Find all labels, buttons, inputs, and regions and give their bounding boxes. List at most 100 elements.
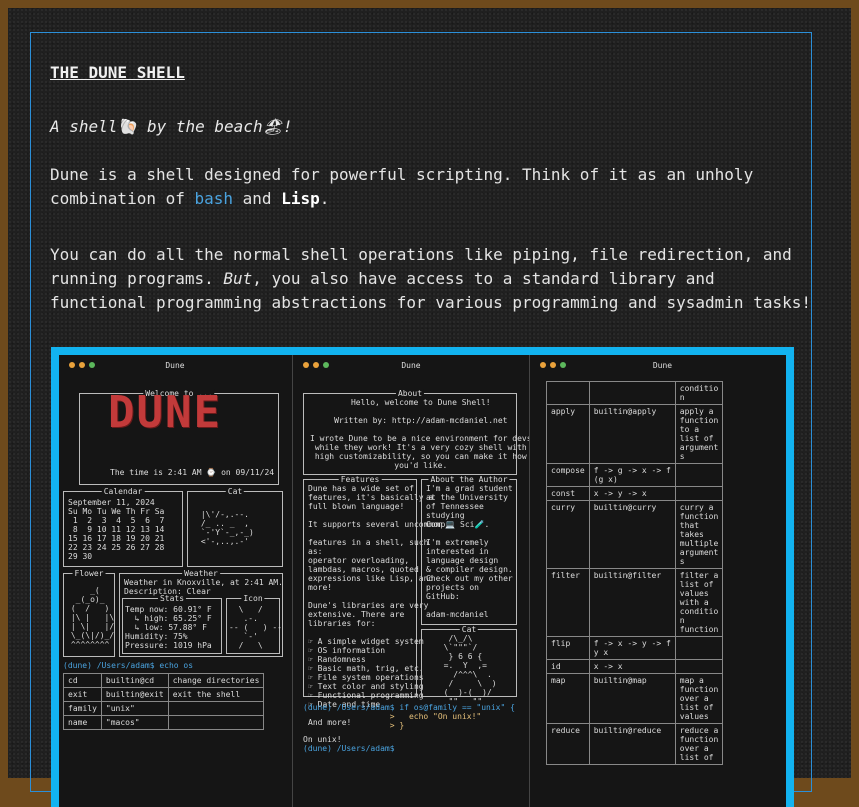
table-cell: map — [546, 673, 590, 724]
cat-art: |\'/-,.--. /_ .. _ , `-'Y`-_,-_) <'-,..,… — [200, 510, 254, 546]
table-cell: builtin@reduce — [588, 723, 676, 765]
cat-box: Cat |\'/-,.--. /_ .. _ , `-'Y`-_,-_) <'-… — [187, 487, 283, 567]
table-cell: apply a function to a list of argument s — [674, 404, 724, 464]
table-cell: exit — [63, 687, 102, 702]
stats-box: Stats Temp now: 60.91° F ↳ high: 65.25° … — [122, 594, 222, 654]
time-line: The time is 2:41 AM ⌚ on 09/11/24 — [110, 468, 275, 477]
table-cell: builtin@map — [588, 673, 676, 724]
weather-label: Weather — [182, 569, 220, 578]
table-cell: f -> x -> y -> f y x — [588, 636, 676, 660]
table-row: flip f -> x -> y -> f y x — [546, 636, 724, 660]
table-row: cd builtin@cd change directories — [63, 673, 265, 688]
functions-table: conditio n apply builtin@apply apply a func… — [546, 381, 724, 765]
table-cell: const — [546, 486, 590, 501]
shell-prompt: (dune) /Users/adam$ echo os — [63, 661, 194, 670]
table-cell: curry — [546, 500, 590, 569]
page-background: THE DUNE SHELL A shell🐚 by the beach🏖! D… — [8, 8, 851, 807]
features-line-1: You can do all the normal shell operatio… — [50, 245, 792, 264]
features-label: Features — [338, 475, 382, 484]
table-cell: map a function over a list of values — [674, 673, 724, 724]
table-row: compose f -> g -> x -> f (g x) — [546, 463, 724, 487]
table-row: conditio n — [546, 381, 724, 405]
calendar-box: Calendar September 11, 2024 Su Mo Tu We … — [63, 487, 183, 567]
cat-label-2: Cat — [459, 625, 479, 634]
table-cell — [674, 659, 724, 674]
window-title: Dune — [652, 361, 673, 370]
table-cell: conditio n — [674, 381, 724, 405]
welcome-box: Welcome to ... DUNE The time is 2:41 AM … — [79, 389, 279, 485]
table-cell: flip — [546, 636, 590, 660]
intro-line-1: Dune is a shell designed for powerful sc… — [50, 165, 754, 184]
table-cell: apply — [546, 404, 590, 464]
table-cell: name — [63, 715, 102, 730]
prompt-line-2: > echo "On unix!" — [303, 712, 482, 721]
prompt-line-4[interactable]: (dune) /Users/adam$ — [303, 744, 399, 753]
table-cell — [588, 381, 676, 405]
flower-box: Flower _( _(_o)_ ( / ) |\ | |\ | \| |/ \… — [63, 569, 115, 657]
table-row: reduce builtin@reduce reduce a function ov… — [546, 723, 724, 765]
command-output: On unix! — [303, 735, 342, 744]
table-cell: reduce a function over a list of — [674, 723, 724, 765]
table-row: filter builtin@filter filter a list of val… — [546, 568, 724, 637]
table-row: curry builtin@curry curry a function that … — [546, 500, 724, 569]
features-line-2a: running programs. — [50, 269, 224, 288]
terminal-screenshot: Dune Welcome to ... DUNE The time is 2:4… — [51, 347, 794, 807]
table-cell: exit the shell — [167, 687, 265, 702]
article-panel: THE DUNE SHELL A shell🐚 by the beach🏖! D… — [30, 32, 812, 807]
bash-code: bash — [194, 189, 234, 208]
author-label: About the Author — [428, 475, 510, 484]
about-text: Hello, welcome to Dune Shell! Written by… — [310, 398, 529, 470]
prompt-line-1: (dune) /Users/adam$ if os@family == "uni… — [303, 703, 515, 712]
table-cell — [674, 486, 724, 501]
table-cell: family — [63, 701, 102, 716]
cat-art-2: /\_/\ \`"""`/ } 6 6 { =. Y ,= /^^^\ . / … — [443, 634, 497, 706]
but-emphasis: But — [223, 269, 253, 288]
table-cell — [167, 715, 265, 730]
table-cell: filter a list of values with a conditio … — [674, 568, 724, 637]
calendar-label: Calendar — [101, 487, 145, 496]
stats-label: Stats — [157, 594, 187, 603]
flower-label: Flower — [72, 569, 106, 578]
table-cell: builtin@curry — [588, 500, 676, 569]
table-cell: compose — [546, 463, 590, 487]
intro-period: . — [319, 189, 330, 208]
weather-box: Weather Weather in Knoxville, at 2:41 AM… — [119, 569, 283, 657]
page-title: THE DUNE SHELL — [50, 63, 185, 82]
os-table: cd builtin@cd change directories exit builti… — [63, 673, 265, 730]
features-line-2b: , you also have access to a standard lib… — [252, 269, 715, 288]
table-cell: cd — [63, 673, 102, 688]
weather-sun-icon: \ / .-. -- ( ) -- `-' / \ — [229, 605, 282, 650]
window-title: Dune — [401, 361, 421, 370]
table-cell: id — [546, 659, 590, 674]
terminal-pane-1: Dune Welcome to ... DUNE The time is 2:4… — [59, 355, 291, 807]
table-row: family "unix" — [63, 701, 265, 716]
table-cell — [546, 381, 590, 405]
cat-box-2: Cat /\_/\ \`"""`/ } 6 6 { =. Y ,= /^^^\ … — [421, 625, 517, 706]
features-paragraph: You can do all the normal shell operatio… — [50, 243, 811, 315]
icon-label: Icon — [241, 594, 265, 603]
table-cell: f -> g -> x -> f (g x) — [588, 463, 676, 487]
table-row: id x -> x — [546, 659, 724, 674]
intro-text: combination of — [50, 189, 195, 208]
intro-paragraph: Dune is a shell designed for powerful sc… — [50, 163, 753, 211]
flower-art: _( _(_o)_ ( / ) |\ | |\ | \| |/ \_(\|/)_… — [70, 586, 115, 649]
table-cell: "unix" — [100, 701, 169, 716]
intro-text-and: and — [233, 189, 282, 208]
table-cell — [674, 636, 724, 660]
table-cell: x -> x — [588, 659, 676, 674]
lisp-bold: Lisp — [281, 189, 320, 208]
author-box: About the Author I'm a grad student at t… — [421, 475, 517, 625]
terminal-pane-3: Dune conditio n apply builtin@apply apply a… — [529, 355, 795, 807]
icon-box: Icon \ / .-. -- ( ) -- `-' / \ — [226, 594, 282, 654]
about-box: About Hello, welcome to Dune Shell! Writ… — [303, 389, 529, 475]
author-text: I'm a grad student at the University of … — [426, 484, 513, 619]
table-cell — [674, 463, 724, 487]
table-cell: filter — [546, 568, 590, 637]
table-row: apply builtin@apply apply a function to a … — [546, 404, 724, 464]
table-cell: builtin@cd — [100, 673, 169, 688]
calendar-text: September 11, 2024 Su Mo Tu We Th Fr Sa … — [68, 498, 165, 561]
table-cell — [167, 701, 265, 716]
features-line-3: functional programming abstractions for … — [50, 293, 811, 312]
table-row: name "macos" — [63, 715, 265, 730]
table-cell: reduce — [546, 723, 590, 765]
